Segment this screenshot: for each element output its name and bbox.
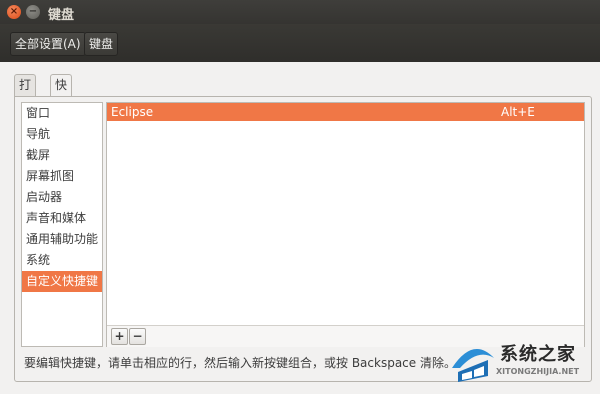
category-item-sound-media[interactable]: 声音和媒体 [22,208,102,229]
window-title: 键盘 [48,8,75,23]
watermark-text: 系统之家 [500,344,576,365]
shortcut-list: Eclipse Alt+E + − [106,102,585,347]
breadcrumb-keyboard[interactable]: 键盘 [84,32,119,56]
shortcut-row[interactable]: Eclipse Alt+E [107,103,584,121]
watermark-logo-icon [452,349,494,382]
watermark: 系统之家 XITONGZHIJIA.NET [448,336,598,390]
all-settings-button[interactable]: 全部设置(A) [10,32,86,56]
close-icon[interactable]: × [7,5,21,19]
category-item-launchers[interactable]: 启动器 [22,187,102,208]
hint-text: 要编辑快捷键，请单击相应的行，然后输入新按键组合，或按 Backspace 清除… [24,356,456,370]
toolbar: 全部设置(A) 键盘 [0,24,600,62]
add-shortcut-button[interactable]: + [111,328,128,345]
remove-shortcut-button[interactable]: − [129,328,146,345]
shortcut-name: Eclipse [111,105,154,119]
category-item-navigation[interactable]: 导航 [22,124,102,145]
category-list: 窗口 导航 截屏 屏幕抓图 启动器 声音和媒体 通用辅助功能 系统 自定义快捷键 [21,102,103,347]
category-item-custom-shortcuts[interactable]: 自定义快捷键 [22,271,102,292]
category-item-system[interactable]: 系统 [22,250,102,271]
tab-typing[interactable]: 打字 [14,74,37,113]
tab-shortcuts[interactable]: 快捷键 [50,74,73,134]
minimize-icon[interactable]: − [26,5,40,19]
category-item-windows[interactable]: 窗口 [22,103,102,124]
shortcut-accel: Alt+E [501,105,535,119]
category-item-accessibility[interactable]: 通用辅助功能 [22,229,102,250]
category-item-screenshots[interactable]: 截屏 [22,145,102,166]
watermark-url: XITONGZHIJIA.NET [496,367,580,376]
title-bar: × − 键盘 [0,0,600,24]
category-item-screen-capture[interactable]: 屏幕抓图 [22,166,102,187]
